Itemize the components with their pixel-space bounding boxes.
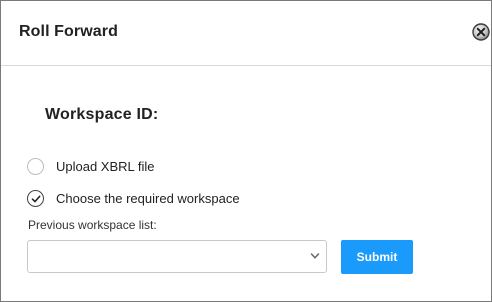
- dialog-title: Roll Forward: [19, 23, 118, 40]
- submit-button[interactable]: Submit: [341, 240, 413, 274]
- choose-workspace-option[interactable]: Choose the required workspace: [27, 188, 240, 208]
- workspace-id-heading: Workspace ID:: [45, 106, 159, 123]
- close-circle-icon: [472, 23, 490, 41]
- radio-unchecked-icon[interactable]: [27, 157, 44, 175]
- dialog-header: Roll Forward: [1, 1, 491, 66]
- previous-workspace-list-label: Previous workspace list:: [28, 218, 157, 232]
- upload-xbrl-option[interactable]: Upload XBRL file: [27, 156, 155, 176]
- radio-checked-icon[interactable]: [27, 189, 44, 207]
- choose-workspace-label: Choose the required workspace: [56, 190, 240, 206]
- close-button[interactable]: [472, 23, 490, 41]
- checkmark-icon: [31, 195, 41, 202]
- roll-forward-dialog: Roll Forward Workspace ID: Upload XBRL f…: [0, 0, 492, 302]
- upload-xbrl-label: Upload XBRL file: [56, 158, 155, 174]
- chevron-down-icon: [310, 253, 320, 259]
- previous-workspace-select[interactable]: [27, 240, 327, 273]
